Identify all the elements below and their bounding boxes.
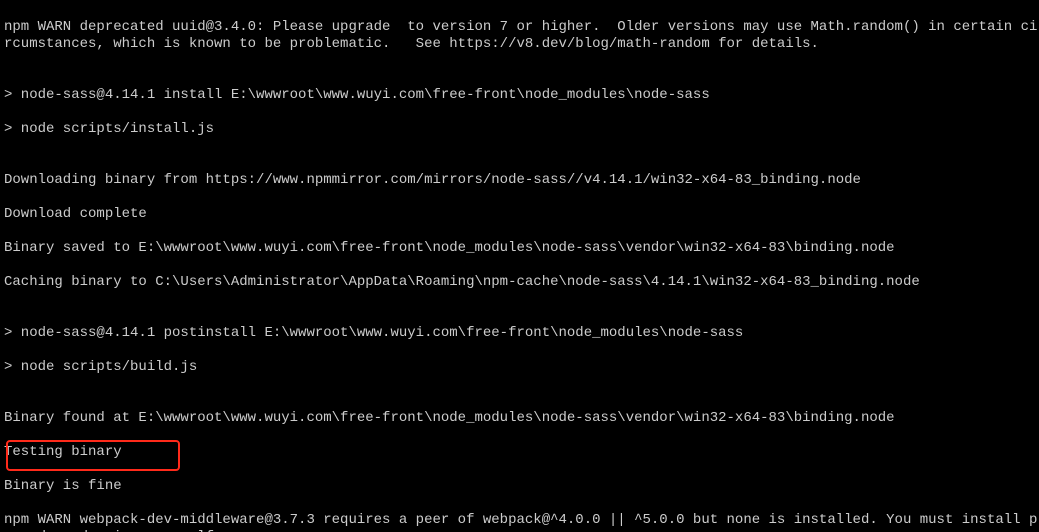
term-line: > node-sass@4.14.1 install E:\wwwroot\ww… <box>4 87 1039 104</box>
terminal-output[interactable]: npm WARN deprecated uuid@3.4.0: Please u… <box>0 0 1039 532</box>
term-line: npm WARN webpack-dev-middleware@3.7.3 re… <box>4 512 1039 532</box>
term-line: Downloading binary from https://www.npmm… <box>4 172 1039 189</box>
term-line: > node scripts/build.js <box>4 359 1039 376</box>
term-line: Binary saved to E:\wwwroot\www.wuyi.com\… <box>4 240 1039 257</box>
term-line: Download complete <box>4 206 1039 223</box>
term-line: Binary found at E:\wwwroot\www.wuyi.com\… <box>4 410 1039 427</box>
term-line: npm WARN deprecated uuid@3.4.0: Please u… <box>4 19 1039 53</box>
term-line: Testing binary <box>4 444 1039 461</box>
term-line: > node-sass@4.14.1 postinstall E:\wwwroo… <box>4 325 1039 342</box>
term-line: Caching binary to C:\Users\Administrator… <box>4 274 1039 291</box>
term-line: > node scripts/install.js <box>4 121 1039 138</box>
term-line: Binary is fine <box>4 478 1039 495</box>
